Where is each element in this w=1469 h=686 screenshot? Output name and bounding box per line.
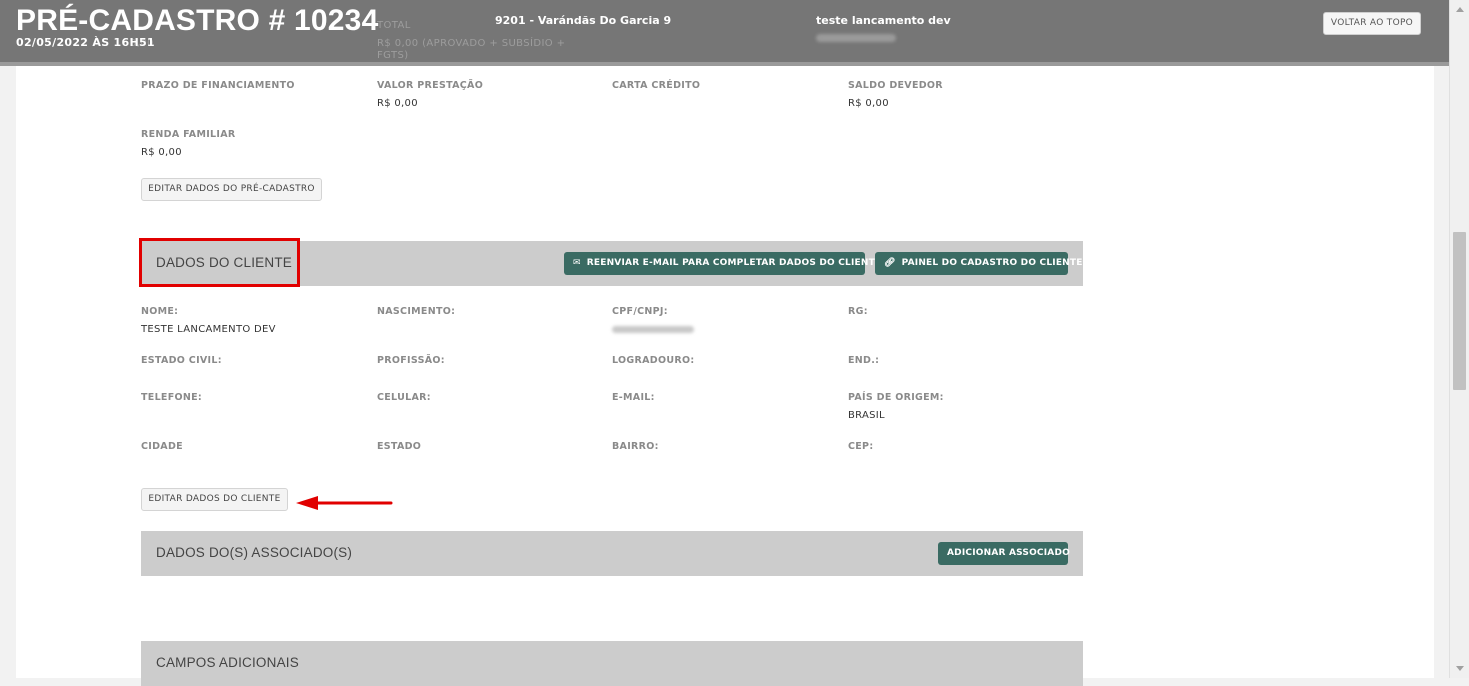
field-label-email: E-MAIL: [612,392,655,403]
field-label-cpf: CPF/CNPJ: [612,306,668,317]
client-document-redacted [816,34,896,42]
annotation-arrow-icon [296,496,393,510]
field-label-rg: RG: [848,306,868,317]
ghost-total-value: R$ 0,00 (APROVADO + SUBSÍDIO + FGTS) [377,38,566,61]
client-panel-label: PAINEL DO CADASTRO DO CLIENTE [901,258,1083,268]
field-label-estado: ESTADO [377,441,422,452]
field-label-cep: CEP: [848,441,874,452]
envelope-icon: ✉ [573,258,581,268]
field-label-carta-credito: CARTA CRÉDITO [612,80,701,91]
ghost-total-label: TOTAL [377,20,411,31]
field-label-nome: NOME: [141,306,179,317]
field-label-saldo-devedor: SALDO DEVEDOR [848,80,943,91]
edit-client-button[interactable]: EDITAR DADOS DO CLIENTE [141,488,288,511]
scroll-down-icon[interactable] [1456,666,1464,671]
field-value-renda-familiar: R$ 0,00 [141,147,182,158]
field-value-valor-prestacao: R$ 0,00 [377,98,418,109]
field-label-logradouro: LOGRADOURO: [612,355,695,366]
annotation-highlight-box [139,238,300,287]
field-label-profissao: PROFISSÃO: [377,355,445,366]
vertical-scrollbar[interactable] [1449,0,1469,678]
scrollbar-thumb[interactable] [1453,232,1466,390]
additional-fields-section-header: CAMPOS ADICIONAIS [141,641,1083,686]
page-content [16,0,1434,678]
add-associate-button[interactable]: ADICIONAR ASSOCIADO [938,542,1070,565]
back-to-top-button[interactable]: VOLTAR AO TOPO [1323,12,1421,35]
edit-pre-cadastro-button[interactable]: EDITAR DADOS DO PRÉ-CADASTRO [141,178,322,201]
additional-fields-title: CAMPOS ADICIONAIS [156,655,299,670]
field-label-valor-prestacao: VALOR PRESTAÇÃO [377,80,484,91]
field-label-celular: CELULAR: [377,392,431,403]
resend-email-label: REENVIAR E-MAIL PARA COMPLETAR DADOS DO … [586,258,885,268]
field-label-bairro: BAIRRO: [612,441,659,452]
field-label-estado-civil: ESTADO CIVIL: [141,355,222,366]
field-label-telefone: TELEFONE: [141,392,203,403]
client-panel-button[interactable]: 🔗︎ PAINEL DO CADASTRO DO CLIENTE [875,252,1082,275]
field-label-cidade: CIDADE [141,441,183,452]
field-label-nascimento: NASCIMENTO: [377,306,456,317]
page-title: PRÉ-CADASTRO # 10234 [16,4,379,37]
page-date: 02/05/2022 ÀS 16H51 [16,36,155,49]
field-label-prazo: PRAZO DE FINANCIAMENTO [141,80,295,91]
field-value-saldo-devedor: R$ 0,00 [848,98,889,109]
scroll-up-icon[interactable] [1456,7,1464,12]
associates-section-header: DADOS DO(S) ASSOCIADO(S) ADICIONAR ASSOC… [141,531,1083,576]
associates-section-title: DADOS DO(S) ASSOCIADO(S) [156,545,353,560]
field-value-nome: TESTE LANCAMENTO DEV [141,324,276,335]
field-label-endereco: END.: [848,355,880,366]
resend-email-button[interactable]: ✉ REENVIAR E-MAIL PARA COMPLETAR DADOS DO… [564,252,885,275]
empreendimento-name: 9201 - Varándãs Do Garcia 9 [495,14,672,27]
cpf-redacted [612,326,694,333]
client-name: teste lancamento dev [816,14,951,27]
field-label-pais-origem: PAÍS DE ORIGEM: [848,392,944,403]
field-label-renda-familiar: RENDA FAMILIAR [141,129,236,140]
sticky-header: TOTAL 0,00 R$ 0,00 (APROVADO + SUBSÍDIO … [0,0,1449,66]
link-icon: 🔗︎ [884,258,896,268]
field-value-pais-origem: BRASIL [848,410,885,421]
